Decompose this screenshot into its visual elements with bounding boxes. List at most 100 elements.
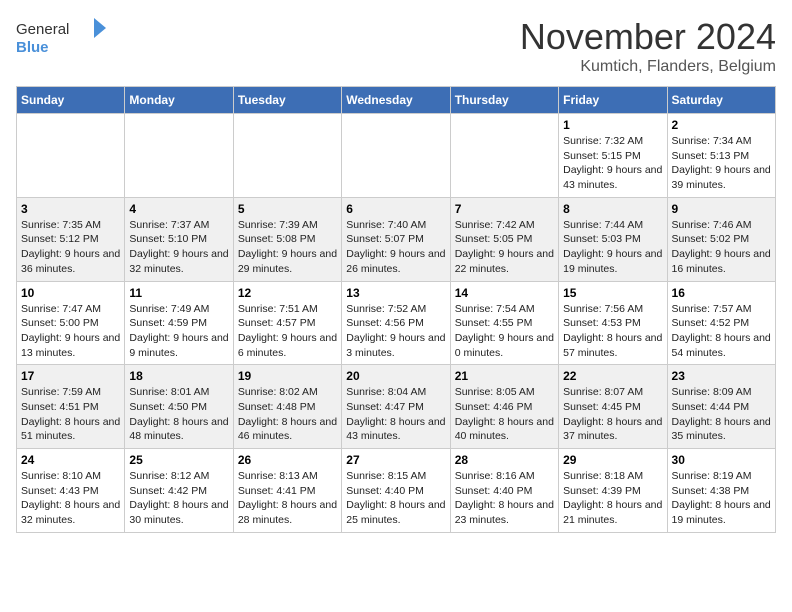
calendar-cell: 5 Sunrise: 7:39 AM Sunset: 5:08 PM Daylig… bbox=[233, 197, 341, 281]
day-number: 1 bbox=[563, 118, 662, 132]
weekday-header: Monday bbox=[125, 87, 233, 114]
day-info: Sunrise: 7:35 AM Sunset: 5:12 PM Dayligh… bbox=[21, 218, 120, 277]
day-info: Sunrise: 7:56 AM Sunset: 4:53 PM Dayligh… bbox=[563, 302, 662, 361]
day-number: 30 bbox=[672, 453, 771, 467]
calendar-cell: 15Sunrise: 7:56 AM Sunset: 4:53 PM Dayli… bbox=[559, 281, 667, 365]
svg-text:Blue: Blue bbox=[16, 39, 49, 56]
calendar-cell: 13 Sunrise: 7:52 AM Sunset: 4:56 PM Dayli… bbox=[342, 281, 450, 365]
day-number: 13 bbox=[346, 286, 445, 300]
day-info: Sunrise: 7:49 AM Sunset: 4:59 PM Dayligh… bbox=[129, 302, 228, 361]
calendar-week-row: 3 Sunrise: 7:35 AM Sunset: 5:12 PM Daylig… bbox=[17, 197, 776, 281]
calendar-cell bbox=[450, 114, 558, 198]
day-info: Sunrise: 7:37 AM Sunset: 5:10 PM Dayligh… bbox=[129, 218, 228, 277]
day-info: Sunrise: 7:57 AM Sunset: 4:52 PM Dayligh… bbox=[672, 302, 771, 361]
calendar-cell bbox=[17, 114, 125, 198]
calendar-cell: 1 Sunrise: 7:32 AM Sunset: 5:15 PM Daylig… bbox=[559, 114, 667, 198]
day-number: 4 bbox=[129, 202, 228, 216]
logo: General Blue bbox=[16, 16, 116, 60]
day-number: 6 bbox=[346, 202, 445, 216]
day-info: Sunrise: 8:10 AM Sunset: 4:43 PM Dayligh… bbox=[21, 469, 120, 528]
day-number: 12 bbox=[238, 286, 337, 300]
calendar-header-row: SundayMondayTuesdayWednesdayThursdayFrid… bbox=[17, 87, 776, 114]
day-info: Sunrise: 8:05 AM Sunset: 4:46 PM Dayligh… bbox=[455, 385, 554, 444]
day-info: Sunrise: 7:32 AM Sunset: 5:15 PM Dayligh… bbox=[563, 134, 662, 193]
day-info: Sunrise: 7:39 AM Sunset: 5:08 PM Dayligh… bbox=[238, 218, 337, 277]
weekday-header: Wednesday bbox=[342, 87, 450, 114]
day-info: Sunrise: 7:40 AM Sunset: 5:07 PM Dayligh… bbox=[346, 218, 445, 277]
day-info: Sunrise: 8:19 AM Sunset: 4:38 PM Dayligh… bbox=[672, 469, 771, 528]
day-number: 17 bbox=[21, 369, 120, 383]
calendar-cell: 19Sunrise: 8:02 AM Sunset: 4:48 PM Dayli… bbox=[233, 365, 341, 449]
day-info: Sunrise: 8:04 AM Sunset: 4:47 PM Dayligh… bbox=[346, 385, 445, 444]
day-number: 8 bbox=[563, 202, 662, 216]
calendar-cell: 30 Sunrise: 8:19 AM Sunset: 4:38 PM Dayli… bbox=[667, 449, 775, 533]
header: General Blue November 2024 Kumtich, Flan… bbox=[16, 16, 776, 76]
calendar-cell: 24Sunrise: 8:10 AM Sunset: 4:43 PM Dayli… bbox=[17, 449, 125, 533]
day-number: 3 bbox=[21, 202, 120, 216]
day-number: 23 bbox=[672, 369, 771, 383]
day-info: Sunrise: 7:52 AM Sunset: 4:56 PM Dayligh… bbox=[346, 302, 445, 361]
weekday-header: Tuesday bbox=[233, 87, 341, 114]
day-number: 18 bbox=[129, 369, 228, 383]
calendar-cell: 18Sunrise: 8:01 AM Sunset: 4:50 PM Dayli… bbox=[125, 365, 233, 449]
day-info: Sunrise: 8:13 AM Sunset: 4:41 PM Dayligh… bbox=[238, 469, 337, 528]
calendar-cell: 9 Sunrise: 7:46 AM Sunset: 5:02 PM Daylig… bbox=[667, 197, 775, 281]
day-number: 5 bbox=[238, 202, 337, 216]
day-number: 26 bbox=[238, 453, 337, 467]
weekday-header: Sunday bbox=[17, 87, 125, 114]
day-info: Sunrise: 7:59 AM Sunset: 4:51 PM Dayligh… bbox=[21, 385, 120, 444]
day-info: Sunrise: 8:16 AM Sunset: 4:40 PM Dayligh… bbox=[455, 469, 554, 528]
calendar-cell: 26 Sunrise: 8:13 AM Sunset: 4:41 PM Dayli… bbox=[233, 449, 341, 533]
calendar-week-row: 24Sunrise: 8:10 AM Sunset: 4:43 PM Dayli… bbox=[17, 449, 776, 533]
day-info: Sunrise: 7:34 AM Sunset: 5:13 PM Dayligh… bbox=[672, 134, 771, 193]
calendar-cell: 20 Sunrise: 8:04 AM Sunset: 4:47 PM Dayli… bbox=[342, 365, 450, 449]
day-number: 14 bbox=[455, 286, 554, 300]
day-info: Sunrise: 7:47 AM Sunset: 5:00 PM Dayligh… bbox=[21, 302, 120, 361]
main-title: November 2024 bbox=[520, 16, 776, 58]
day-info: Sunrise: 7:51 AM Sunset: 4:57 PM Dayligh… bbox=[238, 302, 337, 361]
weekday-header: Thursday bbox=[450, 87, 558, 114]
weekday-header: Friday bbox=[559, 87, 667, 114]
calendar-week-row: 17 Sunrise: 7:59 AM Sunset: 4:51 PM Dayli… bbox=[17, 365, 776, 449]
calendar-cell bbox=[233, 114, 341, 198]
day-number: 7 bbox=[455, 202, 554, 216]
calendar-cell: 3 Sunrise: 7:35 AM Sunset: 5:12 PM Daylig… bbox=[17, 197, 125, 281]
calendar-cell: 23Sunrise: 8:09 AM Sunset: 4:44 PM Dayli… bbox=[667, 365, 775, 449]
calendar-cell: 7 Sunrise: 7:42 AM Sunset: 5:05 PM Daylig… bbox=[450, 197, 558, 281]
calendar-cell: 29 Sunrise: 8:18 AM Sunset: 4:39 PM Dayli… bbox=[559, 449, 667, 533]
svg-text:General: General bbox=[16, 21, 69, 38]
day-info: Sunrise: 7:46 AM Sunset: 5:02 PM Dayligh… bbox=[672, 218, 771, 277]
day-info: Sunrise: 8:02 AM Sunset: 4:48 PM Dayligh… bbox=[238, 385, 337, 444]
calendar-cell: 17 Sunrise: 7:59 AM Sunset: 4:51 PM Dayli… bbox=[17, 365, 125, 449]
day-info: Sunrise: 8:12 AM Sunset: 4:42 PM Dayligh… bbox=[129, 469, 228, 528]
calendar-week-row: 10 Sunrise: 7:47 AM Sunset: 5:00 PM Dayli… bbox=[17, 281, 776, 365]
calendar-cell: 21 Sunrise: 8:05 AM Sunset: 4:46 PM Dayli… bbox=[450, 365, 558, 449]
calendar-cell bbox=[125, 114, 233, 198]
calendar-cell: 11Sunrise: 7:49 AM Sunset: 4:59 PM Dayli… bbox=[125, 281, 233, 365]
calendar-cell: 4 Sunrise: 7:37 AM Sunset: 5:10 PM Daylig… bbox=[125, 197, 233, 281]
day-number: 20 bbox=[346, 369, 445, 383]
calendar-cell: 27 Sunrise: 8:15 AM Sunset: 4:40 PM Dayli… bbox=[342, 449, 450, 533]
calendar-cell bbox=[342, 114, 450, 198]
day-info: Sunrise: 8:15 AM Sunset: 4:40 PM Dayligh… bbox=[346, 469, 445, 528]
day-number: 21 bbox=[455, 369, 554, 383]
day-info: Sunrise: 7:42 AM Sunset: 5:05 PM Dayligh… bbox=[455, 218, 554, 277]
calendar-cell: 8 Sunrise: 7:44 AM Sunset: 5:03 PM Daylig… bbox=[559, 197, 667, 281]
calendar-cell: 2Sunrise: 7:34 AM Sunset: 5:13 PM Daylig… bbox=[667, 114, 775, 198]
day-info: Sunrise: 7:44 AM Sunset: 5:03 PM Dayligh… bbox=[563, 218, 662, 277]
day-number: 28 bbox=[455, 453, 554, 467]
day-number: 10 bbox=[21, 286, 120, 300]
day-info: Sunrise: 7:54 AM Sunset: 4:55 PM Dayligh… bbox=[455, 302, 554, 361]
day-number: 22 bbox=[563, 369, 662, 383]
calendar-cell: 28 Sunrise: 8:16 AM Sunset: 4:40 PM Dayli… bbox=[450, 449, 558, 533]
weekday-header: Saturday bbox=[667, 87, 775, 114]
day-number: 27 bbox=[346, 453, 445, 467]
day-number: 29 bbox=[563, 453, 662, 467]
calendar-cell: 10 Sunrise: 7:47 AM Sunset: 5:00 PM Dayli… bbox=[17, 281, 125, 365]
calendar-cell: 14 Sunrise: 7:54 AM Sunset: 4:55 PM Dayli… bbox=[450, 281, 558, 365]
day-number: 25 bbox=[129, 453, 228, 467]
calendar-week-row: 1 Sunrise: 7:32 AM Sunset: 5:15 PM Daylig… bbox=[17, 114, 776, 198]
day-number: 9 bbox=[672, 202, 771, 216]
day-info: Sunrise: 8:18 AM Sunset: 4:39 PM Dayligh… bbox=[563, 469, 662, 528]
calendar-cell: 12 Sunrise: 7:51 AM Sunset: 4:57 PM Dayli… bbox=[233, 281, 341, 365]
